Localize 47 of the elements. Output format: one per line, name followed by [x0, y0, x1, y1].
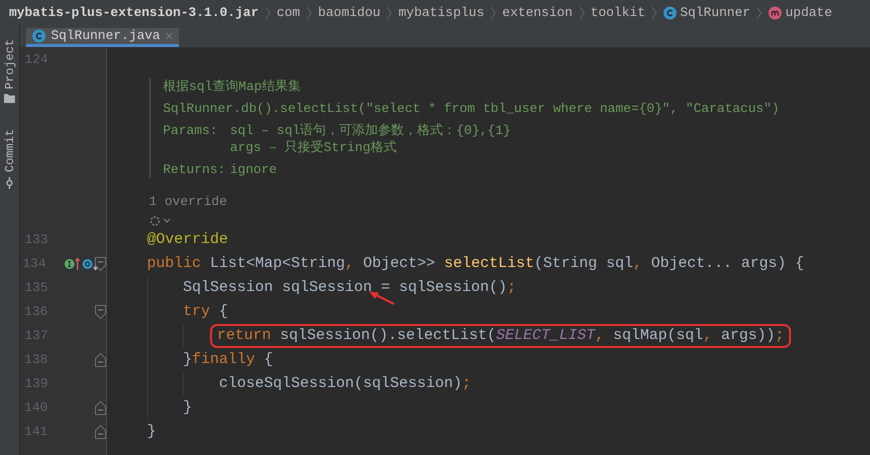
class-icon	[663, 6, 678, 20]
fold-marker-icon[interactable]	[95, 257, 106, 271]
breadcrumb-item[interactable]: extension	[502, 2, 573, 22]
usage-hint[interactable]: 1 override	[149, 192, 228, 212]
code-line: }finally {	[183, 350, 274, 370]
doc-param: sql – sql语句，可添加参数，格式：{0},{1}	[230, 122, 511, 139]
doc-param: args – 只接受String格式	[230, 139, 398, 156]
chevron-right-icon	[756, 6, 762, 20]
chevron-right-icon	[264, 6, 271, 20]
breadcrumb-item[interactable]: com	[276, 2, 300, 22]
side-tab[interactable]: Project	[0, 39, 18, 90]
doc-summary: 根据sql查询Map结果集	[163, 78, 302, 95]
code-line: SqlSession sqlSession = sqlSession();	[183, 278, 516, 298]
fold-end-marker-icon[interactable]	[95, 353, 106, 367]
chevron-right-icon	[306, 6, 312, 20]
doc-label: Returns:	[163, 161, 226, 178]
code-line: try {	[183, 302, 228, 322]
breadcrumb-item[interactable]: update	[785, 2, 832, 22]
chevron-right-icon	[490, 6, 496, 20]
fold-end-marker-icon[interactable]	[95, 401, 106, 415]
chevron-right-icon	[578, 6, 585, 20]
chevron-right-icon	[386, 6, 392, 20]
code-line: @Override	[147, 230, 228, 250]
editor-tab[interactable]: SqlRunner.java	[26, 28, 180, 47]
hint-settings-icon[interactable]	[149, 215, 171, 227]
fold-end-marker-icon[interactable]	[95, 425, 106, 439]
breadcrumb-item[interactable]: mybatisplus	[398, 2, 484, 22]
commit-icon	[4, 176, 15, 189]
breadcrumb-item[interactable]: baomidou	[318, 2, 380, 22]
fold-marker-icon[interactable]	[95, 305, 106, 319]
chevron-right-icon	[651, 6, 658, 20]
folder-icon	[4, 93, 15, 104]
method-icon	[768, 6, 782, 20]
code-line: }	[183, 398, 192, 418]
code-line: public List<Map<String, Object>> selectList(String sql, Object... args) {	[147, 254, 804, 274]
doc-label: Params:	[163, 122, 219, 140]
breadcrumb-item[interactable]: SqlRunner	[680, 2, 750, 22]
code-line: }	[147, 422, 156, 442]
code-line: return sqlSession().selectList(SELECT_LIST, sqlMap(sql, args));	[210, 324, 792, 348]
class-icon	[32, 29, 46, 43]
breadcrumb-item[interactable]: toolkit	[590, 2, 646, 22]
doc-example: SqlRunner.db().selectList("select * from tbl_user where name={0}", "Caratacus")	[163, 100, 780, 117]
side-tab[interactable]: Commit	[0, 129, 18, 173]
code-line: closeSqlSession(sqlSession);	[219, 374, 472, 394]
implements-up-arrow-icon[interactable]	[64, 257, 81, 271]
breadcrumb-item[interactable]: mybatis-plus-extension-3.1.0.jar	[9, 2, 259, 22]
doc-returns: ignore	[230, 161, 277, 178]
